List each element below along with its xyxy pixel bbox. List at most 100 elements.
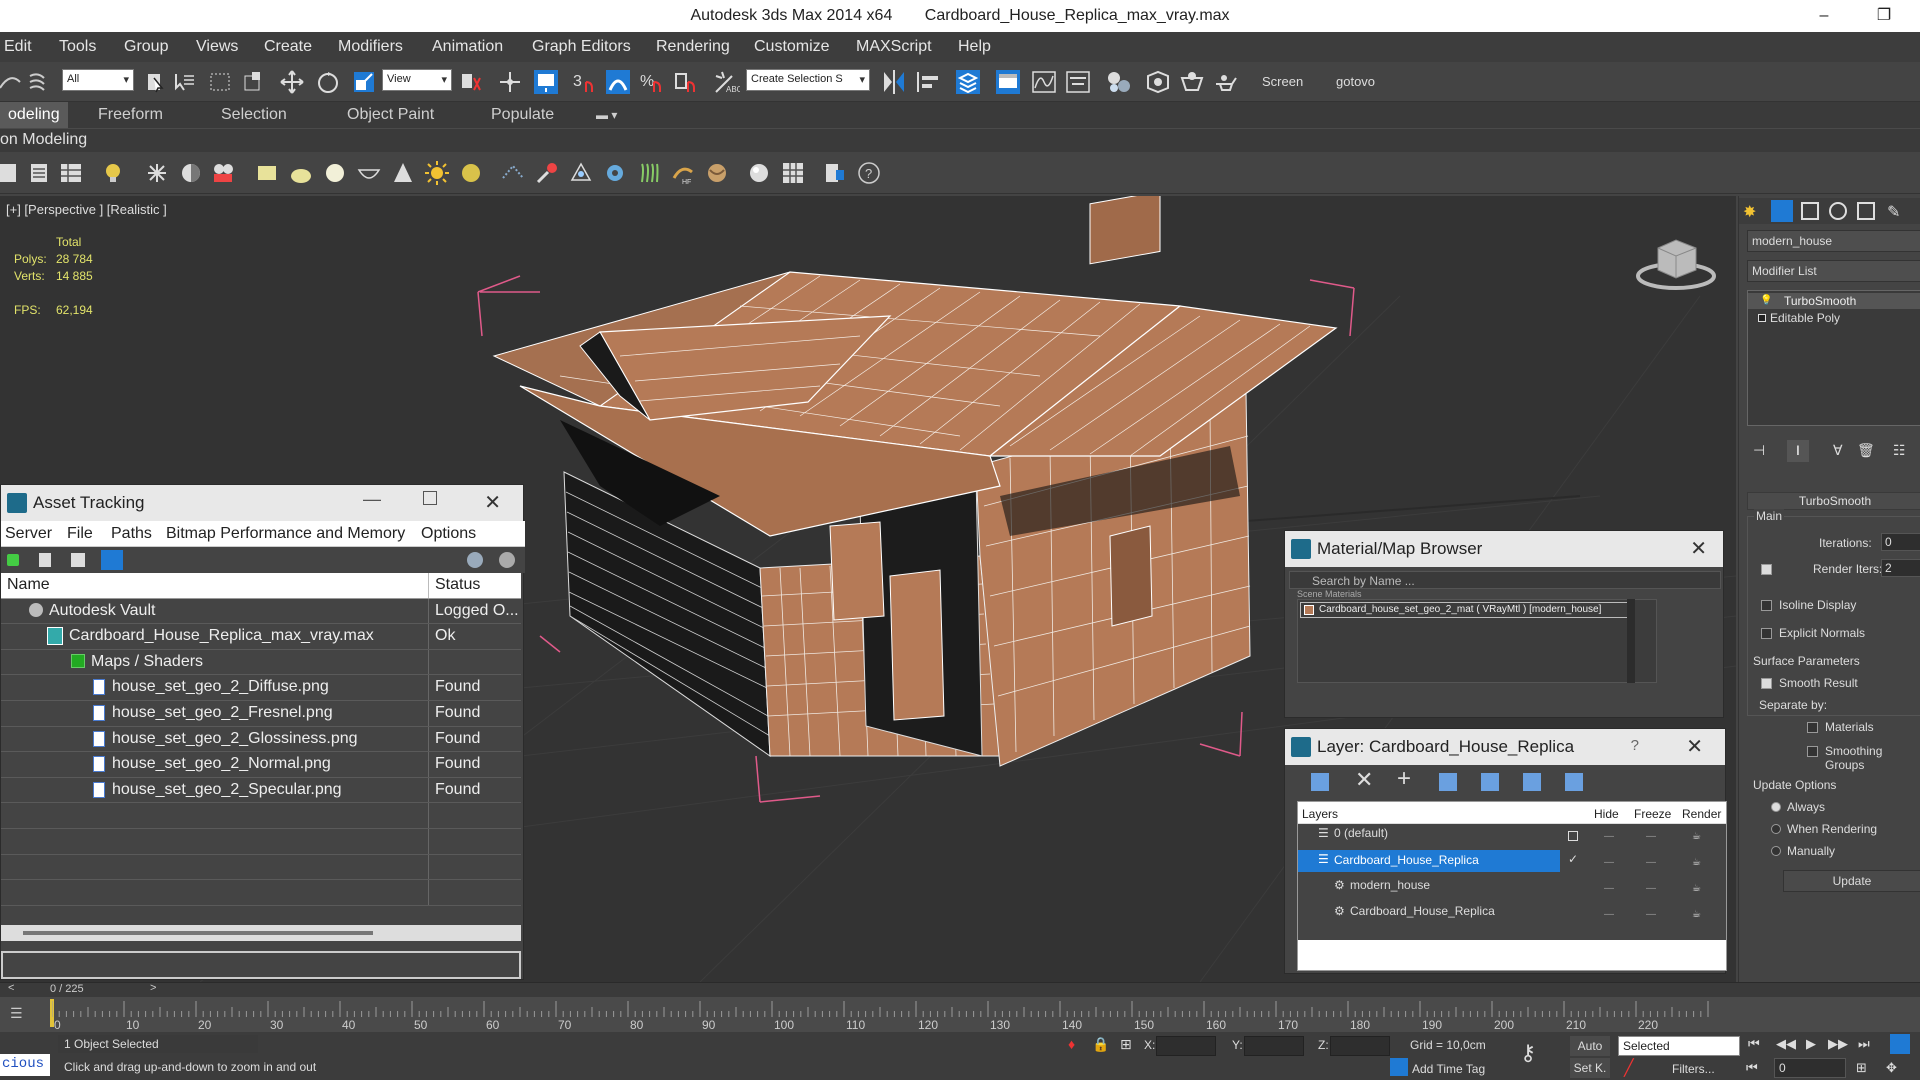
tab-freeform[interactable]: Freeform — [98, 106, 163, 124]
set-key-button[interactable]: Set K. — [1570, 1058, 1610, 1078]
selection-filter-dropdown[interactable]: All — [62, 69, 134, 91]
rendered-frame-window-icon[interactable] — [1178, 68, 1206, 96]
modifier-turbosmooth[interactable]: TurboSmooth — [1748, 293, 1920, 309]
close-icon[interactable]: ✕ — [1690, 536, 1707, 561]
add-to-layer-icon[interactable]: + — [1397, 765, 1411, 793]
configure-sets-icon[interactable]: ☷ — [1893, 442, 1906, 459]
expand-icon[interactable] — [1758, 314, 1766, 322]
refresh-icon[interactable] — [7, 554, 19, 566]
scale-icon[interactable] — [350, 68, 378, 96]
scene-materials-section[interactable]: Scene Materials — [1297, 589, 1362, 599]
asset-menu-options[interactable]: Options — [421, 525, 476, 543]
menu-create[interactable]: Create — [264, 38, 312, 56]
table-row[interactable]: Autodesk Vault Logged O... — [1, 598, 521, 625]
modifier-editable-poly[interactable]: Editable Poly — [1748, 310, 1920, 326]
utilities-tab-icon[interactable]: ✎ — [1887, 202, 1905, 221]
spinner-snap-icon[interactable] — [672, 68, 700, 96]
menu-edit[interactable]: Edit — [4, 38, 32, 56]
always-radio[interactable] — [1771, 802, 1781, 812]
scrollbar-thumb[interactable] — [23, 931, 373, 935]
zoom-extents-icon[interactable]: ✥ — [1886, 1060, 1897, 1076]
render-production-icon[interactable] — [1212, 68, 1240, 96]
settings-icon[interactable] — [499, 552, 515, 568]
named-selection-set-dropdown[interactable]: Create Selection S — [746, 69, 870, 91]
minimize-icon[interactable]: — — [363, 489, 381, 510]
motion-tab-icon[interactable] — [1829, 202, 1847, 220]
particle-icon[interactable] — [144, 160, 170, 186]
snaps-toggle-icon[interactable]: 3 — [570, 68, 598, 96]
asset-path-field[interactable] — [1, 951, 521, 979]
hf-fur-icon[interactable]: HF — [670, 160, 696, 186]
render-sphere-icon[interactable] — [746, 160, 772, 186]
copy-layout-icon[interactable] — [822, 160, 848, 186]
when-rendering-radio[interactable] — [1771, 824, 1781, 834]
ribbon-toggle-icon[interactable] — [994, 68, 1022, 96]
list-icon[interactable] — [39, 553, 51, 567]
scatter-icon[interactable] — [500, 160, 526, 186]
close-icon[interactable]: ✕ — [1686, 734, 1703, 759]
maximize-icon[interactable] — [423, 491, 437, 505]
create-layer-icon[interactable] — [1311, 773, 1329, 791]
time-slider-track[interactable]: 0 / 225 < > — [0, 982, 1920, 997]
go-to-end-icon[interactable]: ⏭ — [1858, 1036, 1870, 1052]
scene-explorer-icon[interactable] — [0, 160, 20, 186]
current-layer-box[interactable] — [1568, 831, 1578, 841]
ribbon-options-icon[interactable]: ▬ ▾ — [596, 108, 617, 122]
absolute-mode-icon[interactable]: ⊞ — [1120, 1036, 1132, 1053]
key-mode-icon[interactable]: ╱ — [1624, 1058, 1634, 1078]
column-header-status[interactable]: Status — [435, 576, 521, 594]
keyboard-shortcut-icon[interactable] — [532, 68, 560, 96]
reel-icon[interactable] — [210, 160, 236, 186]
asset-menu-file[interactable]: File — [67, 525, 93, 543]
vault-icon[interactable] — [467, 552, 483, 568]
help-button[interactable]: ? — [1631, 737, 1639, 754]
screen-label[interactable]: Screen — [1262, 74, 1303, 89]
render-iters-spinner[interactable]: 2 — [1881, 559, 1920, 577]
checkmark-icon[interactable]: ✓ — [1568, 852, 1578, 866]
render-iters-checkbox[interactable] — [1761, 564, 1772, 575]
link-icon[interactable] — [24, 68, 52, 96]
table-row[interactable]: house_set_geo_2_Specular.png Found — [1, 777, 521, 804]
key-mode-toggle-icon[interactable] — [1890, 1034, 1910, 1054]
menu-group[interactable]: Group — [124, 38, 168, 56]
material-list-scrollbar[interactable] — [1627, 599, 1635, 683]
x-coordinate-field[interactable] — [1156, 1036, 1216, 1056]
close-icon[interactable]: ✕ — [484, 490, 501, 515]
paint-brush-icon[interactable] — [534, 160, 560, 186]
column-header-render[interactable]: Render — [1682, 807, 1721, 821]
layer-row[interactable]: ⚙ modern_house — [1298, 876, 1726, 898]
modifier-list-dropdown[interactable]: Modifier List — [1747, 260, 1920, 282]
pin-stack-icon[interactable]: ⊣ — [1753, 442, 1765, 459]
time-config-icon[interactable]: ⏮ — [1746, 1060, 1758, 1076]
manually-radio[interactable] — [1771, 846, 1781, 856]
hide-all-layers-icon[interactable] — [1523, 773, 1541, 791]
freeze-column-toggles[interactable]: — — — — — [1646, 824, 1658, 924]
time-tag-icon[interactable] — [1390, 1058, 1408, 1076]
menu-help[interactable]: Help — [958, 38, 991, 56]
table-row[interactable]: house_set_geo_2_Diffuse.png Found — [1, 675, 521, 701]
select-in-layer-icon[interactable] — [1439, 773, 1457, 791]
texture-ball-icon[interactable] — [704, 160, 730, 186]
restore-button[interactable]: ❐ — [1864, 4, 1904, 28]
object-name-field[interactable]: modern_house — [1747, 230, 1920, 252]
align-icon[interactable] — [914, 68, 942, 96]
make-unique-icon[interactable]: ∀ — [1833, 442, 1843, 459]
list-view-icon[interactable] — [26, 160, 52, 186]
hierarchy-tab-icon[interactable] — [1801, 202, 1819, 220]
material-editor-icon[interactable] — [1104, 68, 1132, 96]
menu-graph-editors[interactable]: Graph Editors — [532, 38, 631, 56]
undo-icon[interactable] — [0, 68, 24, 96]
column-header-name[interactable]: Name — [7, 576, 50, 594]
add-time-tag-label[interactable]: Add Time Tag — [1412, 1062, 1485, 1076]
lightbulb-icon[interactable] — [100, 160, 126, 186]
tab-populate[interactable]: Populate — [491, 106, 554, 124]
select-object-icon[interactable] — [140, 68, 168, 96]
remove-modifier-icon[interactable]: 🗑 — [1857, 442, 1875, 459]
table-row[interactable]: house_set_geo_2_Normal.png Found — [1, 752, 521, 778]
timeline-ruler[interactable]: 0 10 20 30 40 50 60 70 80 90 100 110 120 130 140 150 160… — [52, 997, 1732, 1033]
asset-menu-server[interactable]: Server — [5, 525, 52, 543]
table-icon[interactable] — [101, 550, 123, 570]
rotate-icon[interactable] — [314, 68, 342, 96]
tab-modeling[interactable]: odeling — [0, 102, 68, 128]
highlight-layer-icon[interactable] — [1481, 773, 1499, 791]
